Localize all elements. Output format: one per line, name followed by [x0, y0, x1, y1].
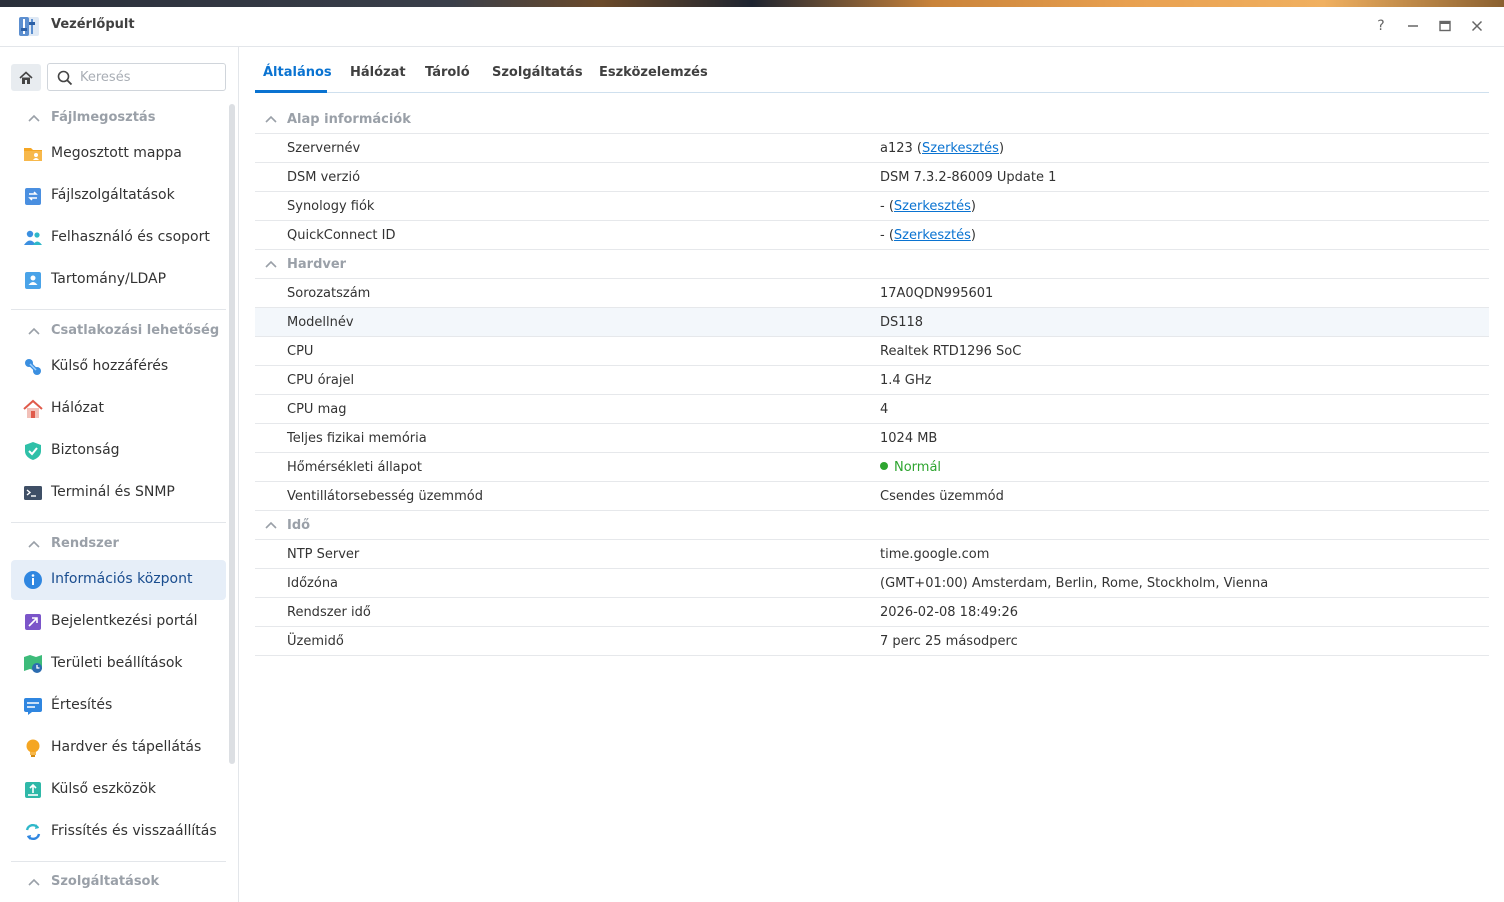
control-panel-window: Vezérlőpult ? F	[0, 7, 1504, 902]
external-devices-icon	[25, 782, 41, 798]
table-row: CPU órajel 1.4 GHz	[255, 366, 1489, 395]
refresh-icon	[25, 823, 41, 841]
search-icon	[57, 70, 73, 86]
lightbulb-icon	[26, 739, 40, 757]
chevron-up-icon	[265, 521, 277, 529]
file-services-icon	[25, 188, 41, 205]
table-row: NTP Server time.google.com	[255, 540, 1489, 569]
domain-ldap-icon	[25, 272, 41, 289]
table-row: Sorozatszám 17A0QDN995601	[255, 279, 1489, 308]
sidebar-scrollbar[interactable]	[229, 104, 235, 764]
sidebar-item-external-access[interactable]: Külső hozzáférés	[11, 347, 226, 387]
chevron-up-icon	[28, 540, 40, 548]
sidebar-item-user-group[interactable]: Felhasználó és csoport	[11, 218, 226, 258]
search-input[interactable]	[80, 68, 220, 86]
minimize-icon[interactable]	[1402, 15, 1424, 37]
help-icon[interactable]: ?	[1370, 15, 1392, 37]
table-row: Synology fiók - (Szerkesztés)	[255, 192, 1489, 221]
sidebar-divider	[11, 861, 226, 862]
section-services[interactable]: Szolgáltatások	[0, 869, 238, 895]
chevron-up-icon	[265, 115, 277, 123]
table-row: QuickConnect ID - (Szerkesztés)	[255, 221, 1489, 250]
edit-server-name-link[interactable]: Szerkesztés	[922, 141, 999, 156]
sidebar-item-security[interactable]: Biztonság	[11, 431, 226, 471]
user-group-icon	[24, 230, 42, 245]
table-row: Modellnév DS118	[255, 308, 1489, 337]
terminal-icon	[24, 486, 42, 500]
tab-device-analytics[interactable]: Eszközelemzés	[599, 65, 708, 80]
tab-network[interactable]: Hálózat	[350, 65, 406, 80]
section-connectivity[interactable]: Csatlakozási lehetőség	[0, 318, 238, 344]
table-row: DSM verzió DSM 7.3.2-86009 Update 1	[255, 163, 1489, 192]
control-panel-app-icon	[17, 14, 41, 38]
chevron-up-icon	[28, 327, 40, 335]
group-hardware[interactable]: Hardver	[255, 250, 1489, 279]
sidebar-item-login-portal[interactable]: Bejelentkezési portál	[11, 602, 226, 642]
chevron-up-icon	[28, 878, 40, 886]
sidebar-item-notification[interactable]: Értesítés	[11, 686, 226, 726]
info-icon	[24, 571, 42, 589]
table-row: CPU mag 4	[255, 395, 1489, 424]
sidebar-item-info-center[interactable]: Információs központ	[11, 560, 226, 600]
title-bar: Vezérlőpult ?	[0, 7, 1504, 47]
login-portal-icon	[25, 614, 41, 630]
table-row: Időzóna (GMT+01:00) Amsterdam, Berlin, R…	[255, 569, 1489, 598]
shared-folder-icon	[24, 148, 42, 161]
sidebar-item-update-restore[interactable]: Frissítés és visszaállítás	[11, 812, 226, 852]
window-title: Vezérlőpult	[51, 17, 135, 32]
table-row: CPU Realtek RTD1296 SoC	[255, 337, 1489, 366]
section-file-sharing[interactable]: Fájlmegosztás	[0, 105, 238, 131]
table-row: Ventillátorsebesség üzemmód Csendes üzem…	[255, 482, 1489, 511]
tab-service[interactable]: Szolgáltatás	[492, 65, 583, 80]
table-row: Teljes fizikai memória 1024 MB	[255, 424, 1489, 453]
sidebar-divider	[11, 522, 226, 523]
edit-synology-account-link[interactable]: Szerkesztés	[894, 199, 971, 214]
status-dot-icon	[880, 462, 888, 470]
table-row: Hőmérsékleti állapot Normál	[255, 453, 1489, 482]
sidebar-item-file-services[interactable]: Fájlszolgáltatások	[11, 176, 226, 216]
notification-icon	[24, 698, 42, 715]
sidebar-item-domain-ldap[interactable]: Tartomány/LDAP	[11, 260, 226, 300]
group-basic-info[interactable]: Alap információk	[255, 105, 1489, 134]
close-icon[interactable]	[1466, 15, 1488, 37]
main-content: Általános Hálózat Tároló Szolgáltatás Es…	[240, 47, 1504, 902]
active-tab-indicator	[255, 90, 327, 93]
sidebar: Fájlmegosztás Megosztott mappa Fájlszolg…	[0, 47, 239, 902]
table-row: Rendszer idő 2026-02-08 18:49:26	[255, 598, 1489, 627]
sidebar-item-regional-options[interactable]: Területi beállítások	[11, 644, 226, 684]
sidebar-item-hardware-power[interactable]: Hardver és tápellátás	[11, 728, 226, 768]
maximize-icon[interactable]	[1434, 15, 1456, 37]
sidebar-divider	[11, 309, 226, 310]
tab-bar: Általános Hálózat Tároló Szolgáltatás Es…	[255, 47, 1489, 93]
home-icon	[19, 70, 33, 84]
home-button[interactable]	[11, 64, 41, 91]
group-time[interactable]: Idő	[255, 511, 1489, 540]
external-access-icon	[25, 359, 41, 375]
chevron-up-icon	[28, 114, 40, 122]
sidebar-item-external-devices[interactable]: Külső eszközök	[11, 770, 226, 810]
sidebar-item-terminal-snmp[interactable]: Terminál és SNMP	[11, 473, 226, 513]
network-icon	[23, 399, 43, 418]
regional-options-icon	[24, 655, 42, 673]
chevron-up-icon	[265, 260, 277, 268]
table-row: Üzemidő 7 perc 25 másodperc	[255, 627, 1489, 656]
sidebar-item-shared-folder[interactable]: Megosztott mappa	[11, 134, 226, 174]
table-row: Szervernév a123 (Szerkesztés)	[255, 134, 1489, 163]
section-system[interactable]: Rendszer	[0, 531, 238, 557]
tab-storage[interactable]: Tároló	[425, 65, 470, 80]
sidebar-search[interactable]	[47, 63, 226, 91]
edit-quickconnect-link[interactable]: Szerkesztés	[894, 228, 971, 243]
desktop-wallpaper-strip	[0, 0, 1504, 7]
tab-general[interactable]: Általános	[263, 65, 332, 80]
thermal-status: Normál	[894, 460, 942, 475]
shield-icon	[25, 442, 41, 460]
sidebar-item-network[interactable]: Hálózat	[11, 389, 226, 429]
